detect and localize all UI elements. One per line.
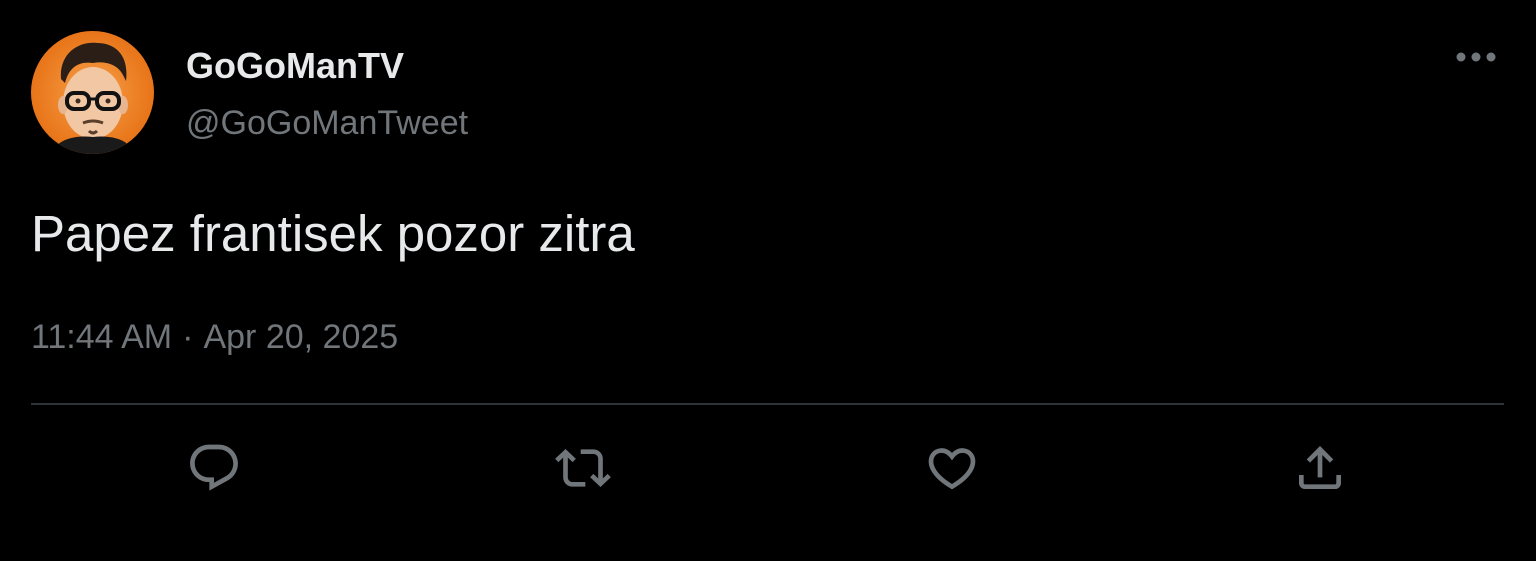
avatar-image: [31, 31, 154, 154]
reply-icon: [190, 444, 238, 491]
more-options-button[interactable]: [1448, 36, 1504, 78]
retweet-button[interactable]: [551, 436, 615, 500]
more-dots-icon: [1456, 52, 1496, 62]
author-handle[interactable]: @GoGoManTweet: [186, 102, 468, 144]
heart-icon: [928, 448, 976, 490]
share-icon: [1299, 446, 1341, 489]
tweet-timestamp[interactable]: 11:44 AM · Apr 20, 2025: [31, 316, 398, 358]
action-bar: [0, 436, 1536, 500]
divider: [31, 403, 1504, 405]
share-button[interactable]: [1288, 436, 1352, 500]
retweet-icon: [555, 449, 611, 487]
tweet-text: Papez frantisek pozor zitra: [31, 205, 635, 262]
timestamp-separator: ·: [182, 318, 194, 356]
reply-button[interactable]: [182, 436, 246, 500]
tweet-time: 11:44 AM: [31, 318, 173, 356]
author-display-name[interactable]: GoGoManTV: [186, 44, 404, 88]
like-button[interactable]: [920, 436, 984, 500]
tweet-date: Apr 20, 2025: [203, 318, 399, 356]
avatar[interactable]: [31, 31, 154, 154]
tweet-card: GoGoManTV @GoGoManTweet Papez frantisek …: [0, 0, 1536, 561]
